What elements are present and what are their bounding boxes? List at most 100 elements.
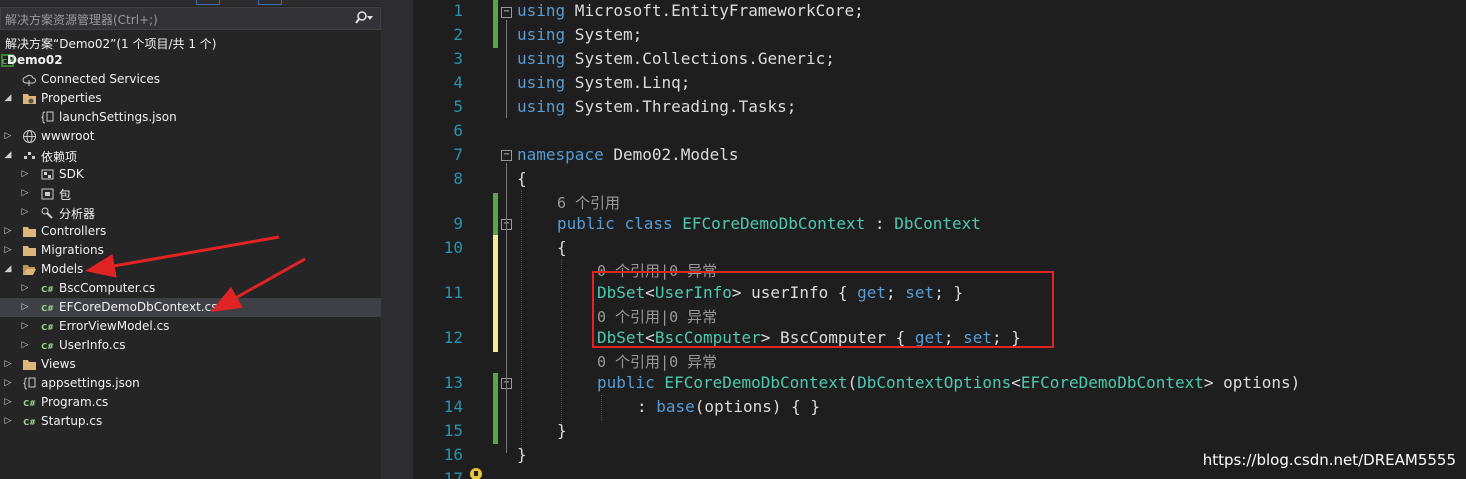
code-text: ( — [847, 373, 858, 392]
codelens-references[interactable]: 0 个引用|0 异常 — [597, 351, 717, 372]
expand-arrow-icon[interactable]: ▷ — [3, 355, 13, 374]
code-line-16[interactable]: } — [517, 445, 527, 464]
tree-item-label: SDK — [59, 167, 84, 181]
tree-item[interactable]: ▷ C# ErrorViewModel.cs — [0, 317, 381, 336]
line-number: 13 — [443, 373, 463, 392]
line-number: 5 — [453, 97, 463, 116]
line-number: 11 — [443, 283, 463, 302]
expand-arrow-icon[interactable]: ▷ — [3, 222, 13, 241]
line-number: 15 — [443, 421, 463, 440]
expand-arrow-icon[interactable]: ▷ — [20, 184, 30, 203]
tree-item[interactable]: ▷ appsettings.json — [0, 374, 381, 393]
codelens-exceptions[interactable]: 0 异常 — [669, 353, 717, 371]
expand-arrow-icon[interactable]: ▷ — [20, 317, 30, 336]
tree-item[interactable]: ▷ C# EFCoreDemoDbContext.cs — [0, 298, 381, 317]
line-number: 10 — [443, 238, 463, 257]
tree-item[interactable]: launchSettings.json — [0, 108, 381, 127]
properties-folder-icon — [22, 91, 37, 106]
tree-item[interactable]: ▷ 分析器 — [0, 203, 381, 222]
expand-arrow-icon[interactable]: ▷ — [20, 279, 30, 298]
code-line-2[interactable]: using System; — [517, 25, 642, 44]
code-line-8[interactable]: { — [517, 169, 527, 188]
type-name: DbContext — [894, 214, 981, 233]
collapse-arrow-icon[interactable]: ◢ — [3, 89, 13, 108]
expand-arrow-icon[interactable]: ▷ — [20, 203, 30, 222]
tree-item[interactable]: ▷ C# BscComputer.cs — [0, 279, 381, 298]
code-text: (options) { } — [694, 397, 821, 416]
code-line-1[interactable]: using Microsoft.EntityFrameworkCore; — [517, 1, 864, 20]
code-line-15[interactable]: } — [557, 421, 567, 440]
expand-arrow-icon[interactable]: ▷ — [20, 298, 30, 317]
search-icon[interactable] — [354, 9, 374, 27]
csharp-file-icon: C# — [22, 414, 37, 429]
lightbulb-icon[interactable] — [469, 467, 483, 479]
panel-splitter[interactable] — [381, 0, 413, 479]
code-text: System.Collections.Generic; — [565, 49, 835, 68]
tree-item[interactable]: ▷ C# Program.cs — [0, 393, 381, 412]
search-input[interactable]: 解决方案资源管理器(Ctrl+;) — [0, 7, 381, 30]
tree-item-label: UserInfo.cs — [59, 338, 126, 352]
json-file-icon — [22, 376, 37, 391]
tree-item[interactable]: ▷ 包 — [0, 184, 381, 203]
code-line-10[interactable]: { — [557, 238, 567, 257]
keyword: public — [557, 214, 615, 233]
code-line-7[interactable]: namespace Demo02.Models — [517, 145, 739, 164]
tree-item[interactable]: ▷ Views — [0, 355, 381, 374]
tree-item[interactable]: C# Demo02 — [0, 51, 381, 70]
tree-item[interactable]: ▷ wwwroot — [0, 127, 381, 146]
codelens-ref-count[interactable]: 0 个引用 — [597, 353, 660, 371]
tree-item[interactable]: ▷ SDK — [0, 165, 381, 184]
tree-item[interactable]: ◢ Properties — [0, 89, 381, 108]
code-line-14[interactable]: : base(options) { } — [637, 397, 820, 416]
annotation-highlight-box — [592, 271, 1054, 348]
folder-open-icon — [22, 262, 37, 277]
svg-text:C#: C# — [41, 285, 54, 294]
code-editor[interactable]: − − − − 1 2 3 4 5 6 7 8 9 10 11 12 13 14 15 16 17 using … — [413, 0, 1466, 479]
change-margin-saved — [493, 193, 498, 235]
solution-label[interactable]: 解决方案“Demo02”(1 个项目/共 1 个) — [5, 35, 216, 52]
code-line-13[interactable]: public EFCoreDemoDbContext(DbContextOpti… — [597, 373, 1300, 392]
tree-item-label: Models — [41, 262, 84, 276]
expand-arrow-icon[interactable]: ▷ — [20, 165, 30, 184]
expand-arrow-icon[interactable]: ▷ — [3, 393, 13, 412]
connected-services-icon — [22, 72, 37, 87]
tree-item[interactable]: ▷ Migrations — [0, 241, 381, 260]
expand-arrow-icon[interactable]: ▷ — [20, 336, 30, 355]
tree-item[interactable]: Connected Services — [0, 70, 381, 89]
codelens-references[interactable]: 6 个引用 — [557, 192, 620, 213]
tree-item[interactable]: ▷ C# UserInfo.cs — [0, 336, 381, 355]
expand-arrow-icon[interactable]: ▷ — [3, 127, 13, 146]
toolbar-tab[interactable] — [196, 0, 220, 5]
tree-item-label: 依赖项 — [41, 150, 78, 164]
code-line-5[interactable]: using System.Threading.Tasks; — [517, 97, 796, 116]
tree-item-label: Migrations — [41, 243, 104, 257]
toolbar-strip — [0, 0, 381, 6]
dependencies-icon — [22, 148, 37, 163]
tree-item[interactable]: ▷ C# Startup.cs — [0, 412, 381, 431]
line-number: 6 — [453, 121, 463, 140]
expand-arrow-icon[interactable]: ▷ — [3, 412, 13, 431]
tree-item-label: Controllers — [41, 224, 107, 238]
code-line-4[interactable]: using System.Linq; — [517, 73, 690, 92]
toolbar-tab[interactable] — [258, 0, 282, 5]
tree-item[interactable]: ▷ Controllers — [0, 222, 381, 241]
tree-item[interactable]: ◢ 依赖项 — [0, 146, 381, 165]
change-margin-unsaved — [493, 235, 498, 352]
collapse-toggle[interactable]: − — [501, 150, 512, 161]
collapse-arrow-icon[interactable]: ◢ — [3, 146, 13, 165]
code-text: < — [1011, 373, 1021, 392]
keyword: using — [517, 73, 566, 92]
collapse-arrow-icon[interactable]: ◢ — [3, 260, 13, 279]
code-line-3[interactable]: using System.Collections.Generic; — [517, 49, 835, 68]
indent-guide — [601, 395, 602, 420]
collapse-toggle[interactable]: − — [501, 7, 512, 18]
code-text: : — [637, 397, 657, 416]
tree-item-label: 分析器 — [59, 207, 96, 221]
svg-text:C#: C# — [23, 399, 36, 408]
expand-arrow-icon[interactable]: ▷ — [3, 374, 13, 393]
keyword: namespace — [517, 145, 604, 164]
line-number: 2 — [453, 25, 463, 44]
tree-item[interactable]: ◢ Models — [0, 260, 381, 279]
code-line-9[interactable]: public class EFCoreDemoDbContext : DbCon… — [557, 214, 981, 233]
expand-arrow-icon[interactable]: ▷ — [3, 241, 13, 260]
